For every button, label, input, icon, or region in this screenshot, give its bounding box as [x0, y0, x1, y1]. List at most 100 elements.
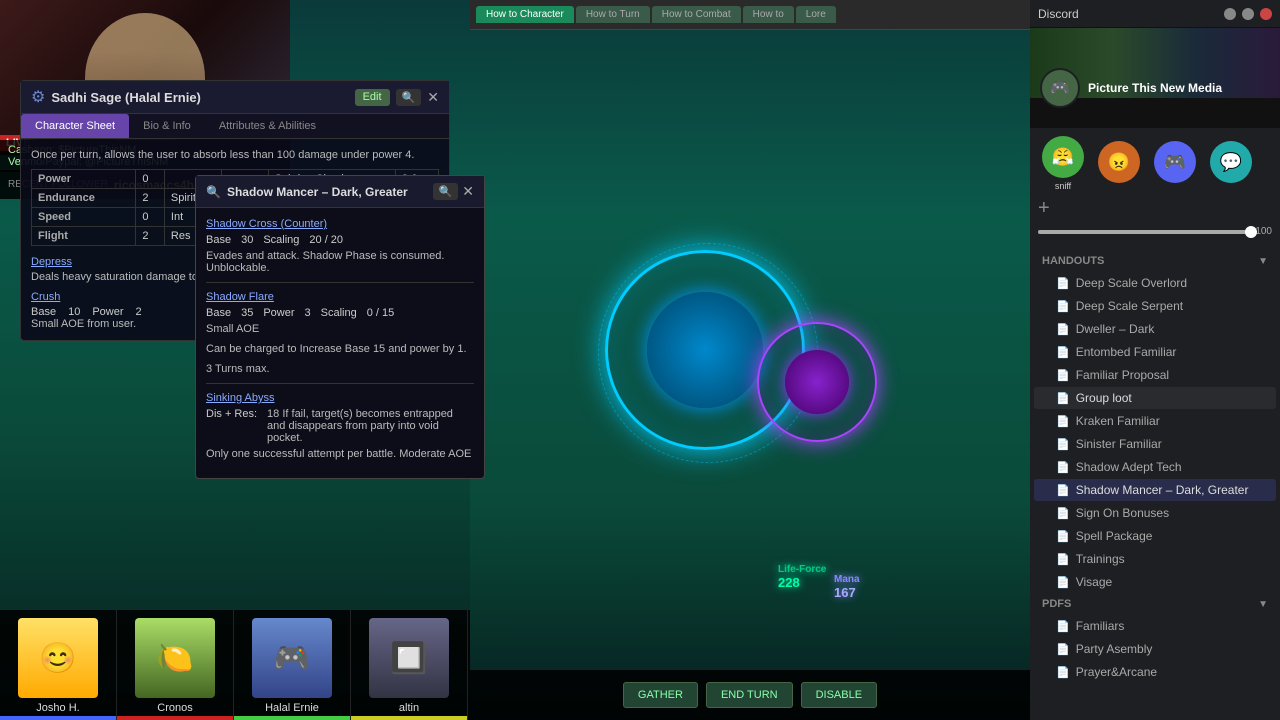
channel-deep-scale-overlord[interactable]: 📄 Deep Scale Overlord — [1034, 272, 1276, 294]
discord-titlebar: Discord — [1030, 0, 1280, 28]
channel-group-loot[interactable]: 📄 Group loot — [1034, 387, 1276, 409]
server-icon: 🎮 — [1040, 68, 1080, 108]
channel-entombed-familiar[interactable]: 📄 Entombed Familiar — [1034, 341, 1276, 363]
channel-label: Familiars — [1076, 619, 1125, 633]
volume-slider[interactable] — [1038, 230, 1251, 234]
stream-area: LIVE Cashapp: $PictureThisNM Venmo/Paypa… — [0, 0, 470, 720]
tab-attributes[interactable]: Attributes & Abilities — [205, 114, 330, 138]
char-panel-title: Sadhi Sage (Halal Ernie) — [51, 90, 201, 105]
channel-label: Shadow Mancer – Dark, Greater — [1076, 483, 1249, 497]
shadow-popup-header: 🔍 Shadow Mancer – Dark, Greater 🔍 ✕ — [196, 176, 484, 208]
char-panel-actions: Edit 🔍 ✕ — [355, 89, 439, 106]
channel-deep-scale-serpent[interactable]: 📄 Deep Scale Serpent — [1034, 295, 1276, 317]
browser-tab-0[interactable]: How to Character — [476, 6, 574, 23]
channel-familiar-proposal[interactable]: 📄 Familiar Proposal — [1034, 364, 1276, 386]
disable-button[interactable]: DISABLE — [801, 682, 877, 708]
popup-search-button[interactable]: 🔍 — [433, 183, 459, 200]
channel-visage[interactable]: 📄 Visage — [1034, 571, 1276, 593]
voice-user-4[interactable]: 💬 — [1206, 141, 1256, 186]
avatar-3: 🎮 — [1154, 141, 1196, 183]
avatar-img-altin: 🔲 — [369, 618, 449, 698]
edit-button[interactable]: Edit — [355, 89, 390, 106]
minimize-button[interactable] — [1224, 8, 1236, 20]
handouts-header[interactable]: Handouts ▼ — [1030, 251, 1280, 271]
pdfs-header[interactable]: PDFs ▼ — [1030, 594, 1280, 614]
lifeforce-label: Life-Force — [778, 564, 826, 575]
maximize-button[interactable] — [1242, 8, 1254, 20]
voice-user-sniff[interactable]: 😤 sniff — [1038, 136, 1088, 191]
channel-spell-package[interactable]: 📄 Spell Package — [1034, 525, 1276, 547]
tab-character-sheet[interactable]: Character Sheet — [21, 114, 129, 138]
channel-label: Dweller – Dark — [1076, 322, 1155, 336]
voice-user-3[interactable]: 🎮 — [1150, 141, 1200, 186]
avatars-row: 😊 Josho H. 🍋 Cronos 🎮 Halal Ernie 🔲 alti… — [0, 610, 470, 720]
pdfs-chevron: ▼ — [1258, 599, 1268, 610]
add-voice-user-button[interactable]: + — [1038, 197, 1050, 220]
doc-icon: 📄 — [1056, 620, 1070, 633]
browser-tab-bar: How to Character How to Turn How to Comb… — [470, 0, 1030, 30]
doc-icon: 📄 — [1056, 369, 1070, 382]
hud-lifeforce: Life-Force 228 — [778, 564, 826, 590]
char-panel-header: ⚙ Sadhi Sage (Halal Ernie) Edit 🔍 ✕ — [21, 81, 449, 114]
channel-kraken-familiar[interactable]: 📄 Kraken Familiar — [1034, 410, 1276, 432]
action-bar: GATHER END TURN DISABLE — [470, 670, 1030, 720]
channel-shadow-adept-tech[interactable]: 📄 Shadow Adept Tech — [1034, 456, 1276, 478]
avatar-sniff: 😤 — [1042, 136, 1084, 178]
browser-tab-1[interactable]: How to Turn — [576, 6, 650, 23]
shadow-cross-desc: Evades and attack. Shadow Phase is consu… — [206, 250, 474, 274]
avatar-cronos[interactable]: 🍋 Cronos — [117, 610, 234, 720]
sinking-abyss-desc: Only one successful attempt per battle. … — [206, 448, 474, 460]
channel-label: Familiar Proposal — [1076, 368, 1169, 382]
channel-dweller-dark[interactable]: 📄 Dweller – Dark — [1034, 318, 1276, 340]
doc-icon: 📄 — [1056, 300, 1070, 313]
avatar-name-altin: altin — [399, 702, 419, 714]
popup-close-button[interactable]: ✕ — [462, 183, 474, 200]
browser-tab-4[interactable]: Lore — [796, 6, 836, 23]
avatar-img-josho: 😊 — [18, 618, 98, 698]
avatar-altin[interactable]: 🔲 altin — [351, 610, 468, 720]
game-main-view: How to Character How to Turn How to Comb… — [470, 0, 1030, 720]
lifeforce-value: 228 — [778, 575, 826, 590]
voice-user-2[interactable]: 😠 — [1094, 141, 1144, 186]
channel-sinister-familiar[interactable]: 📄 Sinister Familiar — [1034, 433, 1276, 455]
shadow-popup-title: Shadow Mancer – Dark, Greater — [227, 185, 408, 199]
gather-button[interactable]: GATHER — [623, 682, 698, 708]
handouts-label: Handouts — [1042, 255, 1104, 267]
shadow-popup-body: Shadow Cross (Counter) Base30Scaling20 /… — [196, 208, 484, 478]
char-close-button[interactable]: ✕ — [427, 89, 439, 106]
ability-shadow-flare[interactable]: Shadow Flare — [206, 291, 474, 303]
avatar-bar-josho — [0, 716, 116, 720]
char-search-button[interactable]: 🔍 — [396, 89, 422, 106]
channel-shadow-mancer[interactable]: 📄 Shadow Mancer – Dark, Greater — [1034, 479, 1276, 501]
avatar-josho[interactable]: 😊 Josho H. — [0, 610, 117, 720]
doc-icon: 📄 — [1056, 666, 1070, 679]
channel-trainings[interactable]: 📄 Trainings — [1034, 548, 1276, 570]
server-name: Picture This New Media — [1088, 81, 1222, 95]
channel-label: Sinister Familiar — [1076, 437, 1162, 451]
tab-bio-info[interactable]: Bio & Info — [129, 114, 205, 138]
avatar-name-josho: Josho H. — [36, 702, 79, 714]
end-turn-button[interactable]: END TURN — [706, 682, 793, 708]
ability-shadow-cross[interactable]: Shadow Cross (Counter) — [206, 218, 474, 230]
avatar-2: 😠 — [1098, 141, 1140, 183]
avatar-4: 💬 — [1210, 141, 1252, 183]
ability-sinking-abyss[interactable]: Sinking Abyss — [206, 392, 474, 404]
discord-panel: Discord 🎮 Picture This New Media 😤 sniff… — [1030, 0, 1280, 720]
channel-prayer-arcane[interactable]: 📄 Prayer&Arcane — [1034, 661, 1276, 683]
channel-familiars[interactable]: 📄 Familiars — [1034, 615, 1276, 637]
channel-label: Group loot — [1076, 391, 1132, 405]
char-icon: ⚙ — [31, 87, 45, 107]
browser-tab-2[interactable]: How to Combat — [652, 6, 741, 23]
shadow-flare-desc3: 3 Turns max. — [206, 363, 474, 375]
doc-icon: 📄 — [1056, 530, 1070, 543]
channel-label: Spell Package — [1076, 529, 1153, 543]
char-tabs: Character Sheet Bio & Info Attributes & … — [21, 114, 449, 139]
username-sniff: sniff — [1038, 181, 1088, 191]
avatar-halal[interactable]: 🎮 Halal Ernie — [234, 610, 351, 720]
shadow-mancer-popup: 🔍 Shadow Mancer – Dark, Greater 🔍 ✕ Shad… — [195, 175, 485, 479]
voice-control-bar: 100 — [1038, 226, 1272, 237]
channel-party-assembly[interactable]: 📄 Party Asembly — [1034, 638, 1276, 660]
browser-tab-3[interactable]: How to — [743, 6, 794, 23]
close-button[interactable] — [1260, 8, 1272, 20]
channel-sign-on-bonuses[interactable]: 📄 Sign On Bonuses — [1034, 502, 1276, 524]
